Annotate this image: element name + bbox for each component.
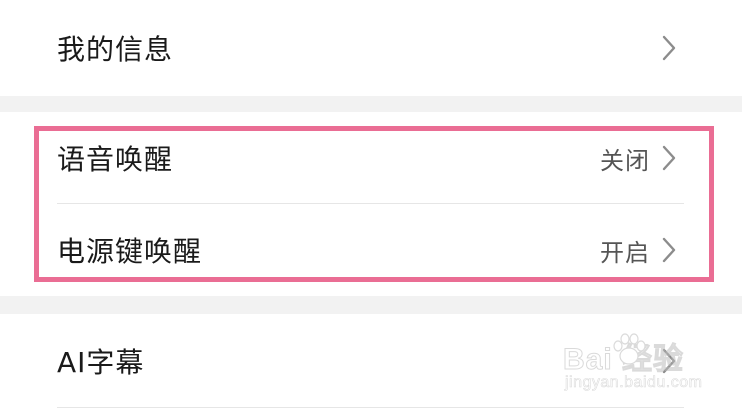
setting-value: 开启	[600, 238, 650, 267]
setting-label: AI字幕	[57, 346, 145, 379]
settings-group-ai: AI字幕	[0, 314, 742, 408]
setting-label: 语音唤醒	[57, 143, 174, 176]
setting-label: 电源键唤醒	[57, 235, 203, 268]
settings-group-personal: 我的信息	[0, 0, 742, 96]
chevron-right-icon	[658, 144, 680, 172]
setting-row-my-info[interactable]: 我的信息	[0, 0, 742, 96]
setting-label: 我的信息	[57, 33, 174, 66]
setting-row-power-key-wake[interactable]: 电源键唤醒 开启	[0, 204, 742, 296]
chevron-right-icon	[658, 236, 680, 264]
settings-group-wake: 语音唤醒 关闭 电源键唤醒 开启	[0, 112, 742, 296]
chevron-right-icon	[658, 34, 680, 62]
setting-row-voice-wake[interactable]: 语音唤醒 关闭	[0, 112, 742, 204]
setting-row-ai-subtitles[interactable]: AI字幕	[0, 314, 742, 408]
setting-value: 关闭	[600, 146, 650, 175]
chevron-right-icon	[658, 347, 680, 375]
